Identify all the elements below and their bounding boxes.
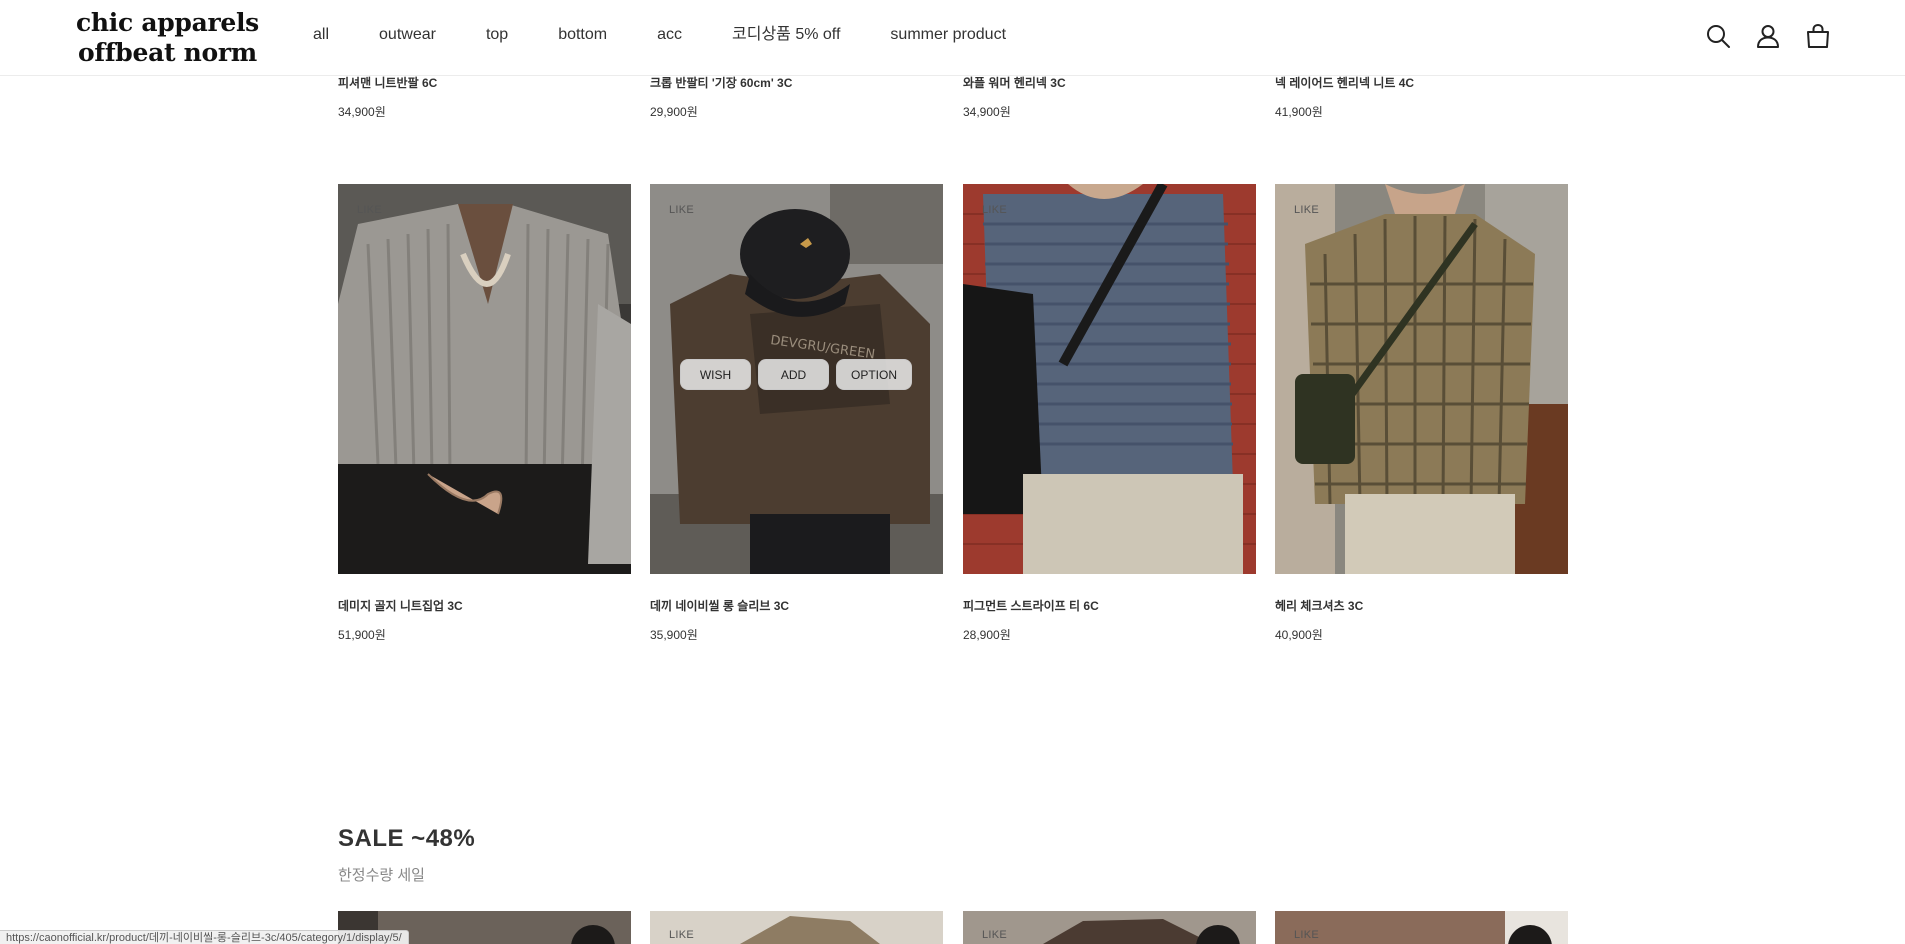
nav-top[interactable]: top (486, 25, 508, 45)
product-name[interactable]: 넥 레이어드 헨리넥 니트 4C (1275, 74, 1414, 91)
nav-coordi-sale[interactable]: 코디상품 5% off (732, 25, 840, 45)
product-name[interactable]: 헤리 체크셔츠 3C (1275, 597, 1363, 614)
product-name[interactable]: 피그먼트 스트라이프 티 6C (963, 597, 1099, 614)
nav-bottom[interactable]: bottom (558, 25, 607, 45)
product-name[interactable]: 데미지 골지 니트집업 3C (338, 597, 463, 614)
product-photo-check-shirt (1275, 184, 1568, 574)
product-hover-actions: WISH ADD OPTION (680, 359, 912, 390)
nav-acc[interactable]: acc (657, 25, 682, 45)
nav-summer-product[interactable]: summer product (890, 25, 1006, 45)
main-nav: all outwear top bottom acc 코디상품 5% off s… (313, 25, 1006, 45)
site-header: chic apparels offbeat norm all outwear t… (0, 0, 1905, 76)
sale-section-title: SALE ~48% (338, 825, 476, 852)
product-image[interactable]: LIKE (338, 184, 631, 574)
product-price: 51,900원 (338, 628, 386, 642)
product-price: 34,900원 (338, 105, 386, 119)
like-button[interactable]: LIKE (982, 929, 1007, 941)
nav-all[interactable]: all (313, 25, 329, 45)
like-button[interactable]: LIKE (982, 204, 1007, 216)
product-price: 28,900원 (963, 628, 1011, 642)
option-button[interactable]: OPTION (836, 359, 912, 390)
product-image[interactable]: DEVGRU/GREEN LIKE WISH ADD OPTION (650, 184, 943, 574)
logo[interactable]: chic apparels offbeat norm (76, 8, 259, 68)
product-price: 34,900원 (963, 105, 1011, 119)
product-price: 29,900원 (650, 105, 698, 119)
product-name[interactable]: 피셔맨 니트반팔 6C (338, 74, 437, 91)
product-price: 40,900원 (1275, 628, 1323, 642)
sale-product-image[interactable]: LIKE (650, 911, 943, 944)
product-name[interactable]: 와플 워머 헨리넥 3C (963, 74, 1066, 91)
like-button[interactable]: LIKE (357, 204, 382, 216)
like-button[interactable]: LIKE (1294, 929, 1319, 941)
like-button[interactable]: LIKE (669, 204, 694, 216)
logo-line-2: offbeat norm (78, 38, 257, 67)
header-icons (1705, 23, 1831, 49)
like-button[interactable]: LIKE (669, 929, 694, 941)
wish-button[interactable]: WISH (680, 359, 751, 390)
account-icon[interactable] (1755, 23, 1781, 49)
logo-line-1: chic apparels (76, 8, 259, 37)
browser-status-url: https://caonofficial.kr/product/데끼-네이비씰-… (0, 930, 409, 944)
sale-product-image[interactable]: LIKE (1275, 911, 1568, 944)
product-image[interactable]: LIKE (963, 184, 1256, 574)
like-button[interactable]: LIKE (1294, 204, 1319, 216)
product-price: 41,900원 (1275, 105, 1323, 119)
sale-product-image[interactable]: LIKE (963, 911, 1256, 944)
nav-outwear[interactable]: outwear (379, 25, 436, 45)
product-name[interactable]: 데끼 네이비씰 롱 슬리브 3C (650, 597, 789, 614)
product-image[interactable]: LIKE (1275, 184, 1568, 574)
product-photo-striped-tee (963, 184, 1256, 574)
product-price: 35,900원 (650, 628, 698, 642)
product-name[interactable]: 크롭 반팔티 '기장 60cm' 3C (650, 74, 792, 91)
shopping-bag-icon[interactable] (1805, 23, 1831, 49)
product-photo-knit-zipup (338, 184, 631, 574)
search-icon[interactable] (1705, 23, 1731, 49)
add-to-cart-button[interactable]: ADD (758, 359, 829, 390)
sale-section-subtitle: 한정수량 세일 (338, 867, 425, 884)
